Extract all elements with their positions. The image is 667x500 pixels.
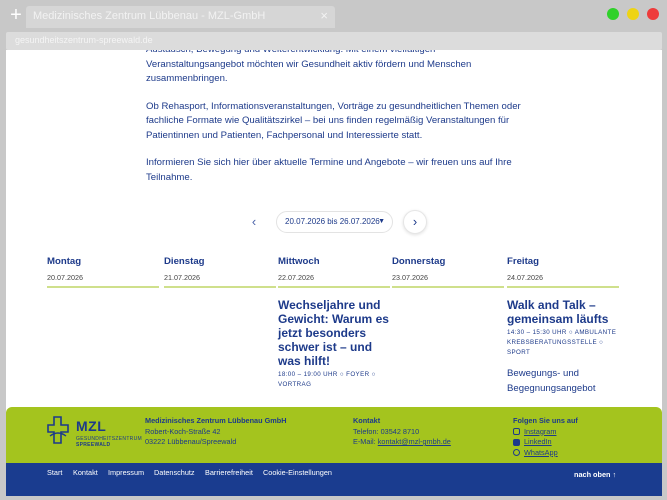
social-link-whatsapp[interactable]: WhatsApp: [513, 448, 578, 459]
intro-paragraph-3: Informieren Sie sich hier über aktuelle …: [146, 157, 512, 183]
window-close-button[interactable]: [647, 8, 659, 20]
day-date: 20.07.2026: [47, 273, 83, 282]
day-divider: [47, 286, 159, 288]
previous-week-button[interactable]: ‹: [242, 210, 266, 234]
footer-address: Medizinisches Zentrum Lübbenau GmbH Robe…: [145, 416, 287, 448]
day-divider: [164, 286, 276, 288]
window-maximize-button[interactable]: [607, 8, 619, 20]
browser-tab-bar: + Medizinisches Zentrum Lübbenau - MZL-G…: [0, 0, 667, 32]
event-meta: 18:00 – 19:00 UHR ○ FOYER ○ VORTRAG: [278, 371, 376, 388]
back-to-top-link[interactable]: nach oben ↑: [574, 470, 616, 479]
contact-phone[interactable]: Telefon: 03542 8710: [353, 427, 419, 436]
footer-contact: Kontakt Telefon: 03542 8710 E-Mail: kont…: [353, 416, 451, 448]
url-text: gesundheitszentrum-spreewald.de: [15, 35, 153, 45]
social-link-instagram[interactable]: Instagram: [513, 427, 578, 438]
day-date: 21.07.2026: [164, 273, 200, 282]
day-name: Donnerstag: [392, 256, 446, 267]
tab-close-icon[interactable]: ×: [320, 8, 328, 23]
event-card-walk-and-talk[interactable]: Walk and Talk – gemeinsam läufts 14:30 –…: [507, 298, 619, 396]
footer-link-start[interactable]: Start: [47, 468, 62, 477]
day-date: 24.07.2026: [507, 273, 543, 282]
day-column-wednesday: Mittwoch 22.07.2026 Wechseljahre und Gew…: [278, 256, 390, 388]
address-city: 03222 Lübbenau/Spreewald: [145, 437, 237, 446]
day-name: Dienstag: [164, 256, 205, 267]
day-divider: [392, 286, 504, 288]
company-name: Medizinisches Zentrum Lübbenau GmbH: [145, 416, 287, 425]
day-name: Montag: [47, 256, 82, 267]
email-label: E-Mail:: [353, 437, 378, 446]
event-card-wechseljahre[interactable]: Wechseljahre und Gewicht: Warum es jetzt…: [278, 298, 390, 390]
new-tab-button[interactable]: +: [6, 5, 26, 26]
caret-down-icon: ▼: [378, 218, 385, 225]
day-column-tuesday: Dienstag 21.07.2026: [164, 256, 276, 288]
event-title[interactable]: Wechseljahre und Gewicht: Warum es jetzt…: [278, 298, 390, 368]
footer-link-kontakt[interactable]: Kontakt: [73, 468, 98, 477]
chevron-left-icon: ‹: [251, 214, 257, 229]
day-divider: [278, 286, 390, 288]
social-label[interactable]: Instagram: [524, 427, 556, 438]
day-column-monday: Montag 20.07.2026: [47, 256, 159, 288]
logo-cross-icon: [47, 416, 69, 444]
linkedin-icon: [513, 438, 520, 446]
day-date: 23.07.2026: [392, 273, 428, 282]
footer-link-cookie-settings[interactable]: Cookie-Einstellungen: [263, 468, 332, 477]
intro-paragraph-2: Ob Rehasport, Informationsveranstaltunge…: [146, 100, 521, 141]
day-divider: [507, 286, 619, 288]
day-column-thursday: Donnerstag 23.07.2026: [392, 256, 504, 288]
email-link[interactable]: kontakt@mzl-gmbh.de: [378, 437, 451, 446]
footer-nav-bar: Start Kontakt Impressum Datenschutz Barr…: [6, 463, 662, 496]
address-street: Robert-Koch-Straße 42: [145, 426, 221, 436]
social-heading: Folgen Sie uns auf: [513, 416, 578, 425]
footer-link-barrierefreiheit[interactable]: Barrierefreiheit: [205, 468, 253, 477]
social-label[interactable]: LinkedIn: [524, 437, 552, 448]
browser-tab[interactable]: Medizinisches Zentrum Lübbenau - MZL-Gmb…: [26, 6, 335, 28]
chevron-right-icon: ›: [412, 214, 418, 229]
day-date: 22.07.2026: [278, 273, 314, 282]
week-range-dropdown[interactable]: 20.07.2026 bis 26.07.2026 ▼: [276, 211, 393, 233]
day-name: Freitag: [507, 256, 539, 267]
footer-social: Folgen Sie uns auf Instagram LinkedIn Wh…: [513, 416, 578, 458]
event-meta: 14:30 – 15:30 UHR ○ AMBULANTE KREBSBERAT…: [507, 329, 617, 356]
whatsapp-icon: [513, 449, 520, 457]
site-footer: MZL GESUNDHEITSZENTRUM SPREEWALD Medizin…: [6, 407, 662, 496]
event-description: Bewegungs- und Begegnungsangebot: [507, 368, 596, 394]
page-content: Austausch, Bewegung und Weiterentwicklun…: [6, 50, 662, 496]
social-label[interactable]: WhatsApp: [524, 448, 558, 459]
instagram-icon: [513, 428, 520, 436]
logo-wordmark: MZL: [76, 418, 107, 434]
next-week-button[interactable]: ›: [403, 210, 427, 234]
address-bar[interactable]: gesundheitszentrum-spreewald.de: [6, 32, 662, 50]
tab-title: Medizinisches Zentrum Lübbenau - MZL-Gmb…: [33, 10, 266, 22]
day-name: Mittwoch: [278, 256, 320, 267]
footer-link-impressum[interactable]: Impressum: [108, 468, 144, 477]
week-selector: ‹ 20.07.2026 bis 26.07.2026 ▼ ›: [242, 210, 427, 236]
day-column-friday: Freitag 24.07.2026 Walk and Talk – gemei…: [507, 256, 619, 394]
week-range-label: 20.07.2026 bis 26.07.2026: [285, 217, 380, 226]
window-minimize-button[interactable]: [627, 8, 639, 20]
contact-heading: Kontakt: [353, 416, 381, 425]
social-link-linkedin[interactable]: LinkedIn: [513, 437, 578, 448]
intro-text: Austausch, Bewegung und Weiterentwicklun…: [146, 50, 526, 198]
event-title[interactable]: Walk and Talk – gemeinsam läufts: [507, 298, 619, 326]
mzl-logo[interactable]: MZL GESUNDHEITSZENTRUM SPREEWALD: [46, 415, 142, 449]
intro-paragraph-1: Austausch, Bewegung und Weiterentwicklun…: [146, 50, 472, 84]
footer-link-datenschutz[interactable]: Datenschutz: [154, 468, 195, 477]
logo-region: SPREEWALD: [76, 442, 111, 448]
